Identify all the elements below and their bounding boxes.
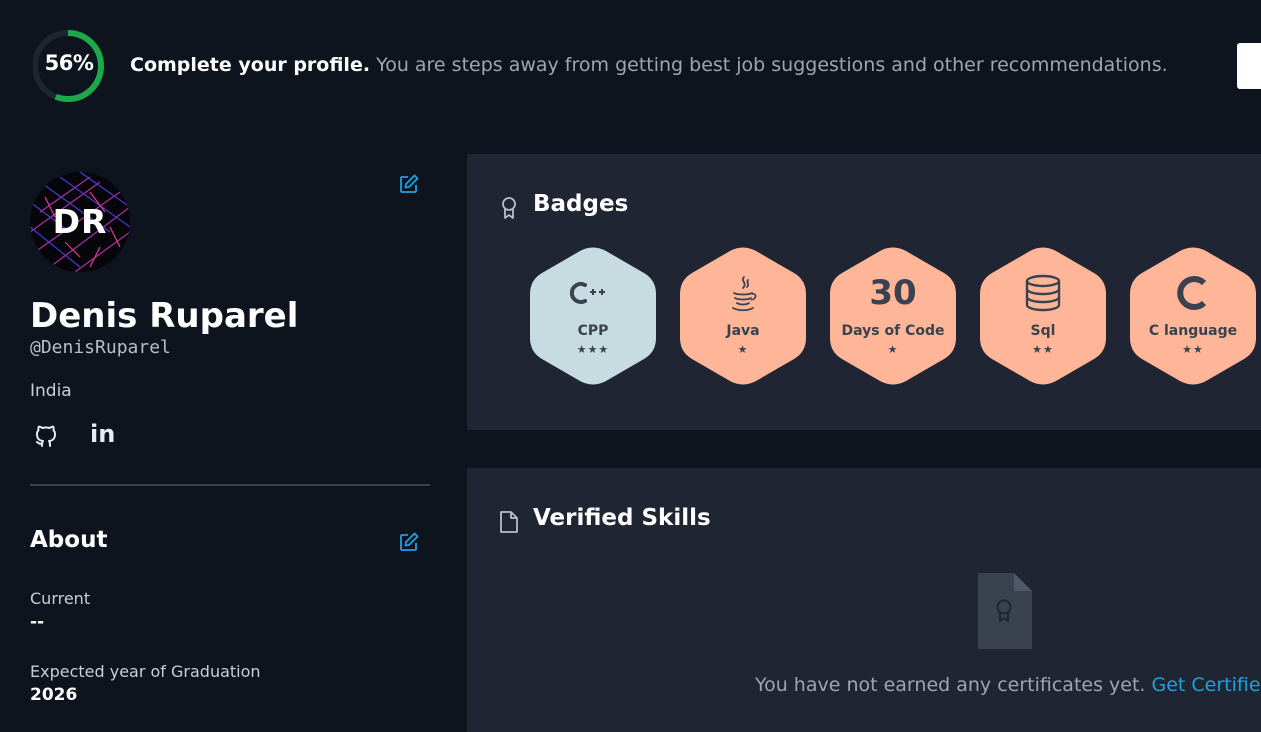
verified-skills-card: Verified Skills You have not earned any … <box>467 468 1261 732</box>
cpp-icon <box>530 271 656 315</box>
github-icon[interactable] <box>33 421 59 449</box>
badge-hexagon <box>680 247 806 385</box>
current-label: Current <box>30 589 91 608</box>
avatar: DR <box>30 172 130 272</box>
certificate-placeholder-icon <box>978 573 1032 649</box>
document-icon <box>500 511 518 533</box>
profile-name: Denis Ruparel <box>30 296 299 336</box>
badge-number: 30 <box>869 273 917 313</box>
profile-country: India <box>30 381 72 401</box>
completion-description: You are steps away from getting best job… <box>376 54 1168 76</box>
badge-java[interactable]: Java ★ <box>680 247 806 385</box>
edit-about-icon[interactable] <box>398 531 420 553</box>
edit-profile-icon[interactable] <box>398 173 420 195</box>
badge-number-glyph: 30 <box>830 271 956 315</box>
progress-percentage: 56% <box>44 51 94 75</box>
badge-stars: ★ <box>887 343 899 356</box>
badge-hexagon <box>980 247 1106 385</box>
badge-c-language[interactable]: C language ★★ <box>1130 247 1256 385</box>
badge-30-days-of-code[interactable]: 30 Days of Code ★ <box>830 247 956 385</box>
current-value: -- <box>30 612 45 632</box>
badge-name: CPP <box>577 323 609 339</box>
badges-title: Badges <box>533 191 629 217</box>
badge-stars: ★★★ <box>576 343 610 356</box>
completion-message: Complete your profile. You are steps awa… <box>130 54 1168 76</box>
badge-hexagon <box>530 247 656 385</box>
badge-name: Java <box>726 323 760 339</box>
badge-cpp[interactable]: CPP ★★★ <box>530 247 656 385</box>
java-icon <box>680 271 806 315</box>
graduation-year-value: 2026 <box>30 685 78 705</box>
empty-state-text: You have not earned any certificates yet… <box>755 674 1146 696</box>
c-language-icon <box>1130 271 1256 315</box>
completion-title: Complete your profile. <box>130 54 371 76</box>
graduation-year-label: Expected year of Graduation <box>30 662 261 681</box>
badge-name: Sql <box>1030 323 1056 339</box>
badge-sql[interactable]: Sql ★★ <box>980 247 1106 385</box>
complete-profile-button[interactable] <box>1237 43 1261 89</box>
profile-handle: @DenisRuparel <box>30 337 171 358</box>
badge-stars: ★★ <box>1182 343 1204 356</box>
linkedin-icon[interactable]: in <box>90 420 116 450</box>
verified-skills-title: Verified Skills <box>533 505 711 531</box>
no-certificates-message: You have not earned any certificates yet… <box>755 674 1261 696</box>
award-icon <box>502 197 516 219</box>
badge-hexagon <box>830 247 956 385</box>
database-icon <box>980 271 1106 315</box>
badges-card: Badges CPP ★★★ Java ★ 30 Days of Code ★ … <box>467 154 1261 430</box>
get-certified-link[interactable]: Get Certified <box>1152 674 1261 696</box>
profile-divider <box>30 484 430 486</box>
about-section-title: About <box>30 527 108 553</box>
badge-stars: ★ <box>737 343 749 356</box>
avatar-initials: DR <box>52 202 108 241</box>
badge-name: C language <box>1148 323 1238 339</box>
badge-name: Days of Code <box>841 323 945 339</box>
profile-completion-banner: 56% Complete your profile. You are steps… <box>0 0 1261 132</box>
badge-hexagon <box>1130 247 1256 385</box>
badge-stars: ★★ <box>1032 343 1054 356</box>
